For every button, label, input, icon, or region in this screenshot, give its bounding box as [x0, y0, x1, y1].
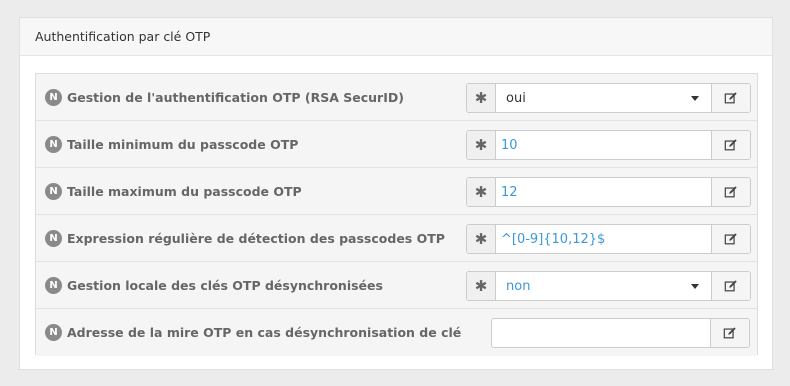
n-badge-icon: N: [45, 183, 62, 200]
setting-row-local-desync: N Gestion locale des clés OTP désynchron…: [36, 262, 757, 309]
setting-label: Gestion de l'authentification OTP (RSA S…: [67, 90, 404, 105]
required-asterisk-icon: ✱: [467, 178, 496, 206]
required-asterisk-icon: ✱: [467, 131, 496, 159]
pencil-square-icon: [723, 327, 736, 339]
edit-button[interactable]: [711, 272, 750, 300]
edit-button[interactable]: [710, 319, 749, 347]
setting-row-otp-management: N Gestion de l'authentification OTP (RSA…: [36, 74, 757, 121]
pencil-square-icon: [724, 233, 737, 245]
max-passcode-input[interactable]: 12: [496, 178, 711, 206]
pencil-square-icon: [724, 139, 737, 151]
required-asterisk-icon: ✱: [467, 84, 496, 112]
setting-label: Expression régulière de détection des pa…: [67, 231, 445, 246]
max-passcode-control: ✱ 12: [466, 177, 751, 207]
setting-label: Taille minimum du passcode OTP: [67, 137, 299, 152]
passcode-regex-input[interactable]: ^[0-9]{10,12}$: [496, 225, 711, 253]
setting-row-passcode-regex: N Expression régulière de détection des …: [36, 215, 757, 262]
setting-row-min-passcode: N Taille minimum du passcode OTP ✱ 10: [36, 121, 757, 168]
n-badge-icon: N: [45, 277, 62, 294]
setting-label: Gestion locale des clés OTP désynchronis…: [67, 278, 383, 293]
caret-down-icon: [691, 284, 699, 289]
local-desync-control: ✱ non: [466, 271, 751, 301]
n-badge-icon: N: [45, 324, 62, 341]
passcode-regex-control: ✱ ^[0-9]{10,12}$: [466, 224, 751, 254]
n-badge-icon: N: [45, 230, 62, 247]
otp-management-select[interactable]: oui: [496, 84, 711, 112]
otp-panel: Authentification par clé OTP N Gestion d…: [19, 17, 773, 370]
n-badge-icon: N: [45, 136, 62, 153]
otp-settings-list: N Gestion de l'authentification OTP (RSA…: [35, 73, 758, 356]
setting-label: Adresse de la mire OTP en cas désynchron…: [67, 325, 462, 340]
setting-label: Taille maximum du passcode OTP: [67, 184, 302, 199]
required-asterisk-icon: ✱: [467, 225, 496, 253]
required-asterisk-icon: ✱: [467, 272, 496, 300]
caret-down-icon: [691, 96, 699, 101]
n-badge-icon: N: [45, 89, 62, 106]
otp-management-control: ✱ oui: [466, 83, 751, 113]
mire-address-control: [491, 318, 750, 348]
pencil-square-icon: [724, 92, 737, 104]
edit-button[interactable]: [711, 178, 750, 206]
pencil-square-icon: [724, 186, 737, 198]
edit-button[interactable]: [711, 131, 750, 159]
pencil-square-icon: [724, 280, 737, 292]
setting-row-max-passcode: N Taille maximum du passcode OTP ✱ 12: [36, 168, 757, 215]
panel-title: Authentification par clé OTP: [20, 18, 772, 56]
local-desync-select[interactable]: non: [496, 272, 711, 300]
edit-button[interactable]: [711, 225, 750, 253]
setting-row-mire-address: N Adresse de la mire OTP en cas désynchr…: [36, 309, 757, 356]
min-passcode-control: ✱ 10: [466, 130, 751, 160]
mire-address-input[interactable]: [492, 319, 710, 347]
min-passcode-input[interactable]: 10: [496, 131, 711, 159]
edit-button[interactable]: [711, 84, 750, 112]
